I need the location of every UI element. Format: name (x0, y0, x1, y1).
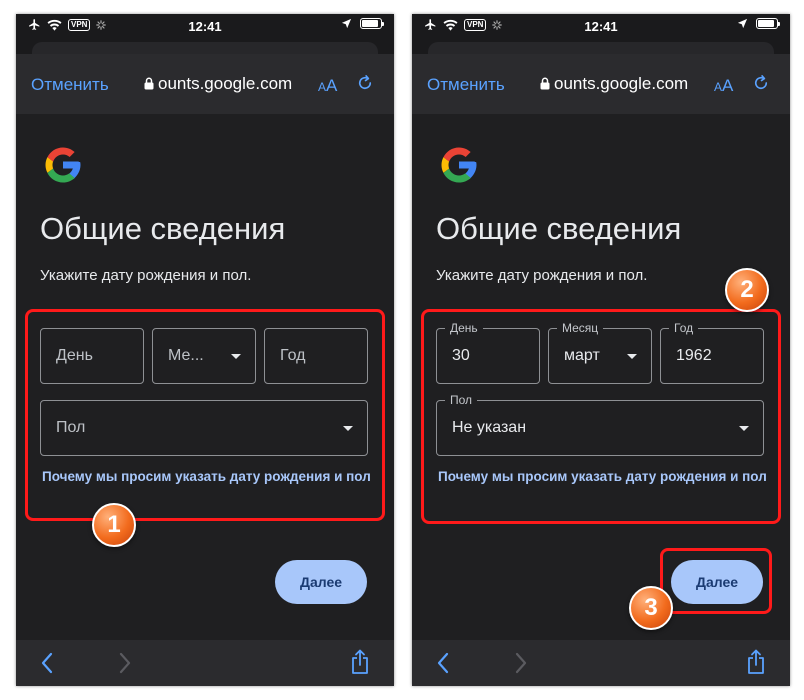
page-title: Общие сведения (436, 211, 682, 246)
step-badge-1: 1 (92, 503, 136, 547)
location-icon (341, 18, 352, 29)
forward-icon (515, 652, 527, 674)
google-logo-icon (45, 147, 81, 183)
status-time: 12:41 (584, 19, 618, 34)
reload-icon[interactable] (752, 74, 770, 92)
cancel-button[interactable]: Отменить (427, 75, 505, 95)
highlight-box-next (660, 548, 772, 614)
url-text[interactable]: ounts.google.com (554, 74, 688, 94)
next-button[interactable]: Далее (275, 560, 367, 604)
battery-icon (756, 18, 780, 29)
highlight-box-form-right (421, 309, 781, 524)
share-icon[interactable] (746, 649, 766, 675)
page-subtitle: Укажите дату рождения и пол. (40, 267, 252, 284)
back-icon[interactable] (436, 652, 450, 674)
cancel-button[interactable]: Отменить (31, 75, 109, 95)
status-bar: VPN 12:41 (412, 14, 790, 40)
text-size-button[interactable]: AA (714, 76, 733, 96)
back-icon[interactable] (40, 652, 54, 674)
step-badge-2: 2 (725, 268, 769, 312)
browser-url-bar: Отменить ounts.google.com AA (16, 54, 394, 114)
location-icon (737, 18, 748, 29)
status-time: 12:41 (188, 19, 222, 34)
page-subtitle: Укажите дату рождения и пол. (436, 267, 648, 284)
page-title: Общие сведения (40, 211, 286, 246)
lock-icon (540, 77, 550, 90)
forward-icon (119, 652, 131, 674)
text-size-button[interactable]: AA (318, 76, 337, 96)
browser-toolbar (412, 640, 790, 686)
browser-url-bar: Отменить ounts.google.com AA (412, 54, 790, 114)
status-bar: VPN 12:41 (16, 14, 394, 40)
reload-icon[interactable] (356, 74, 374, 92)
browser-toolbar (16, 640, 394, 686)
lock-icon (144, 77, 154, 90)
url-text[interactable]: ounts.google.com (158, 74, 292, 94)
share-icon[interactable] (350, 649, 370, 675)
step-badge-3: 3 (629, 586, 673, 630)
battery-icon (360, 18, 384, 29)
highlight-box-form-left (25, 309, 385, 521)
google-logo-icon (441, 147, 477, 183)
